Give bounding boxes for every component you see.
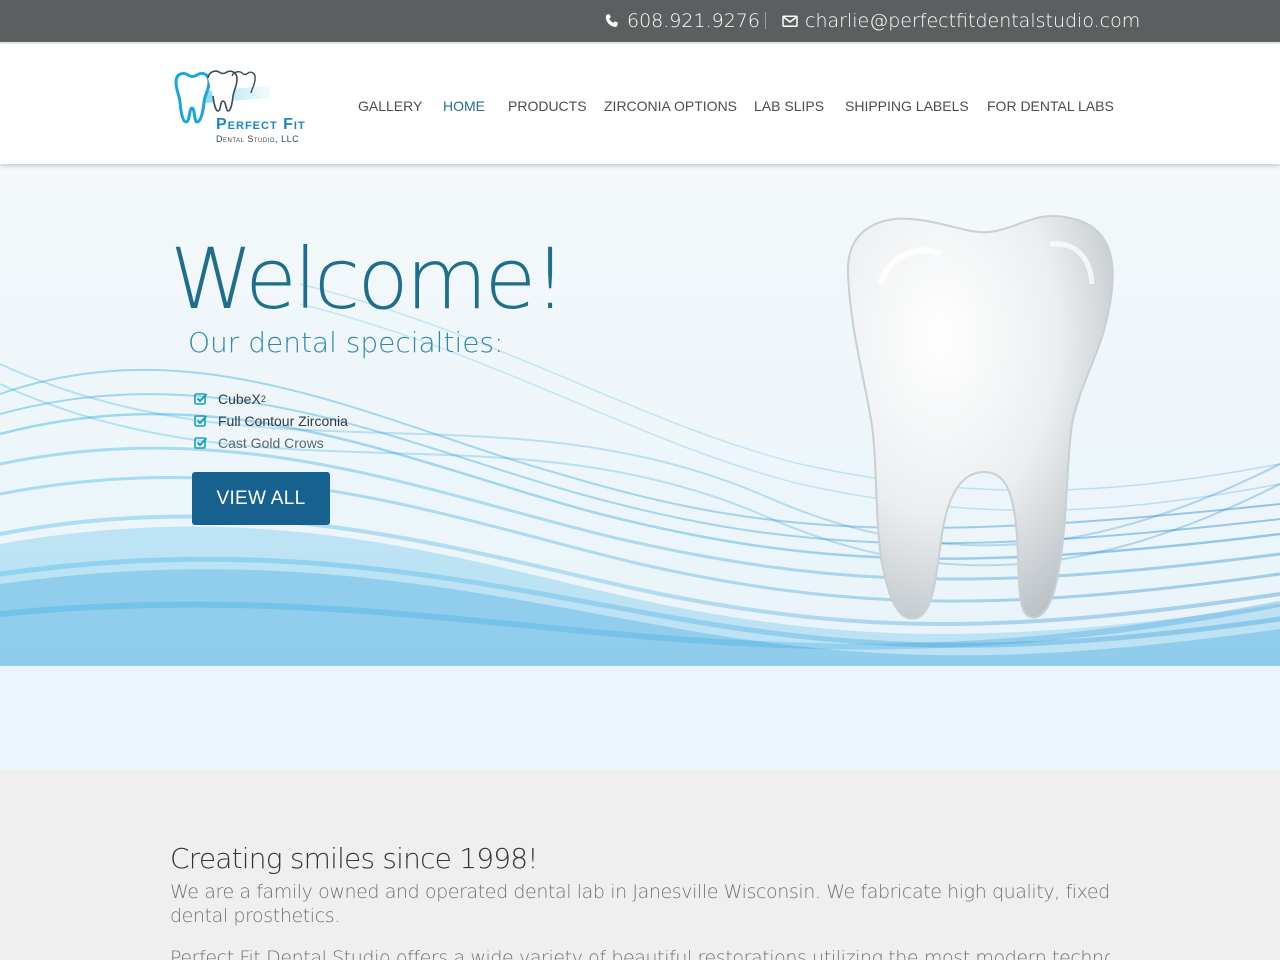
nav-zirconia-options[interactable]: ZIRCONIA OPTIONS <box>604 98 737 114</box>
specialties-list: CubeX 2 Full Contour Zirconia Cast Gold C… <box>194 388 348 454</box>
nav-for-dental-labs[interactable]: FOR DENTAL LABS <box>987 98 1114 114</box>
nav-products[interactable]: PRODUCTS <box>508 98 587 114</box>
top-contact-bar: 608.921.9276 charlie@perfectfitdentalstu… <box>0 0 1280 44</box>
email-link[interactable]: charlie@perfectfitdentalstudio.com <box>782 0 1140 42</box>
contact-divider <box>765 12 766 29</box>
nav-home[interactable]: HOME <box>443 98 485 114</box>
logo-brand-text: Perfect Fit <box>216 116 306 133</box>
hero-banner: Welcome! Our dental specialties: CubeX 2 … <box>0 164 1280 666</box>
envelope-icon <box>782 15 798 27</box>
hero-bottom-strip <box>0 666 1280 770</box>
list-item: CubeX 2 <box>194 388 348 410</box>
specialty-label: CubeX <box>218 391 261 407</box>
specialty-superscript: 2 <box>260 394 266 404</box>
phone-icon <box>605 14 618 27</box>
specialty-label: Full Contour Zirconia <box>218 413 348 429</box>
nav-gallery[interactable]: GALLERY <box>358 98 422 114</box>
view-all-button[interactable]: VIEW ALL <box>192 472 330 525</box>
about-paragraph-2: Perfect Fit Dental Studio offers a wide … <box>170 947 1110 960</box>
nav-shipping-labels[interactable]: SHIPPING LABELS <box>845 98 969 114</box>
about-section: Creating smiles since 1998! We are a fam… <box>0 770 1280 960</box>
hero-subtitle: Our dental specialties: <box>188 326 504 359</box>
list-item: Full Contour Zirconia <box>194 410 348 432</box>
logo[interactable]: Perfect Fit Dental Studio, LLC <box>170 68 330 148</box>
hero-title: Welcome! <box>170 230 567 328</box>
logo-sub-text: Dental Studio, LLC <box>216 134 300 144</box>
list-item: Cast Gold Crows <box>194 432 348 454</box>
nav-lab-slips[interactable]: LAB SLIPS <box>754 98 824 114</box>
tooth-illustration <box>846 215 1114 620</box>
about-paragraph-1: We are a family owned and operated denta… <box>170 881 1110 927</box>
about-heading: Creating smiles since 1998! <box>170 842 539 875</box>
phone-number[interactable]: 608.921.9276 <box>627 10 760 32</box>
check-square-icon <box>194 393 208 405</box>
check-square-icon <box>194 437 208 449</box>
email-address[interactable]: charlie@perfectfitdentalstudio.com <box>805 10 1140 32</box>
specialty-label: Cast Gold Crows <box>218 435 324 451</box>
phone-link[interactable]: 608.921.9276 <box>604 0 760 42</box>
check-square-icon <box>194 415 208 427</box>
site-header: Perfect Fit Dental Studio, LLC GALLERY H… <box>0 44 1280 164</box>
